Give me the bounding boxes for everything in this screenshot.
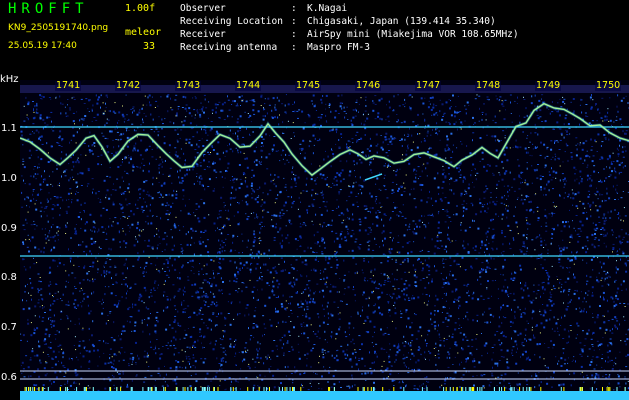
y-tick-label: 0.8 [1, 272, 17, 283]
info-row-receiver: Receiver : AirSpy mini (Miakejima VOR 10… [180, 28, 620, 41]
minute-label: 1748 [475, 80, 502, 91]
bottom-band [20, 391, 629, 400]
minute-label: 1745 [295, 80, 322, 91]
y-tick-label: 0.9 [1, 223, 17, 234]
info-separator: : [291, 3, 297, 14]
count-label: 33 [143, 41, 156, 52]
y-axis-unit: kHz [0, 74, 19, 85]
info-row-observer: Observer : K.Nagai [180, 2, 620, 15]
version-label: 1.00f [125, 3, 156, 14]
spectrogram [20, 80, 629, 400]
app-title: HROFFT [8, 1, 89, 17]
y-tick-label: 0.7 [1, 322, 17, 333]
minute-label: 1747 [415, 80, 442, 91]
minute-label: 1743 [175, 80, 202, 91]
y-tick-label: 0.6 [1, 372, 17, 383]
observation-info: Observer : K.Nagai Receiving Location : … [180, 2, 620, 54]
y-tick-label: 1.0 [1, 173, 17, 184]
info-value: AirSpy mini (Miakejima VOR 108.65MHz) [307, 29, 519, 40]
info-key: Receiving antenna [180, 42, 278, 53]
info-separator: : [291, 16, 297, 27]
header-left: HROFFT 1.00f KN9_2505191740.png meleor 2… [5, 0, 175, 72]
info-value: K.Nagai [307, 3, 348, 14]
info-separator: : [291, 42, 297, 53]
info-key: Receiving Location [180, 16, 283, 27]
info-row-location: Receiving Location : Chigasaki, Japan (1… [180, 15, 620, 28]
spectrogram-background [20, 80, 629, 400]
info-key: Receiver [180, 29, 226, 40]
filename-label: KN9_2505191740.png [8, 23, 109, 33]
minute-label: 1750 [595, 80, 622, 91]
spectrogram-canvas [20, 80, 629, 400]
info-value: Chigasaki, Japan (139.414 35.340) [307, 16, 496, 27]
minute-label: 1746 [355, 80, 382, 91]
mode-label: meleor [125, 27, 162, 38]
y-tick-label: 1.1 [1, 123, 17, 134]
hrofft-window: HROFFT 1.00f KN9_2505191740.png meleor 2… [0, 0, 629, 400]
info-row-antenna: Receiving antenna : Maspro FM-3 [180, 41, 620, 54]
info-separator: : [291, 29, 297, 40]
minute-label: 1744 [235, 80, 262, 91]
minute-label: 1742 [115, 80, 142, 91]
info-value: Maspro FM-3 [307, 42, 370, 53]
info-key: Observer [180, 3, 226, 14]
minute-label: 1741 [55, 80, 82, 91]
datetime-label: 25.05.19 17:40 [8, 41, 77, 51]
minute-label: 1749 [535, 80, 562, 91]
